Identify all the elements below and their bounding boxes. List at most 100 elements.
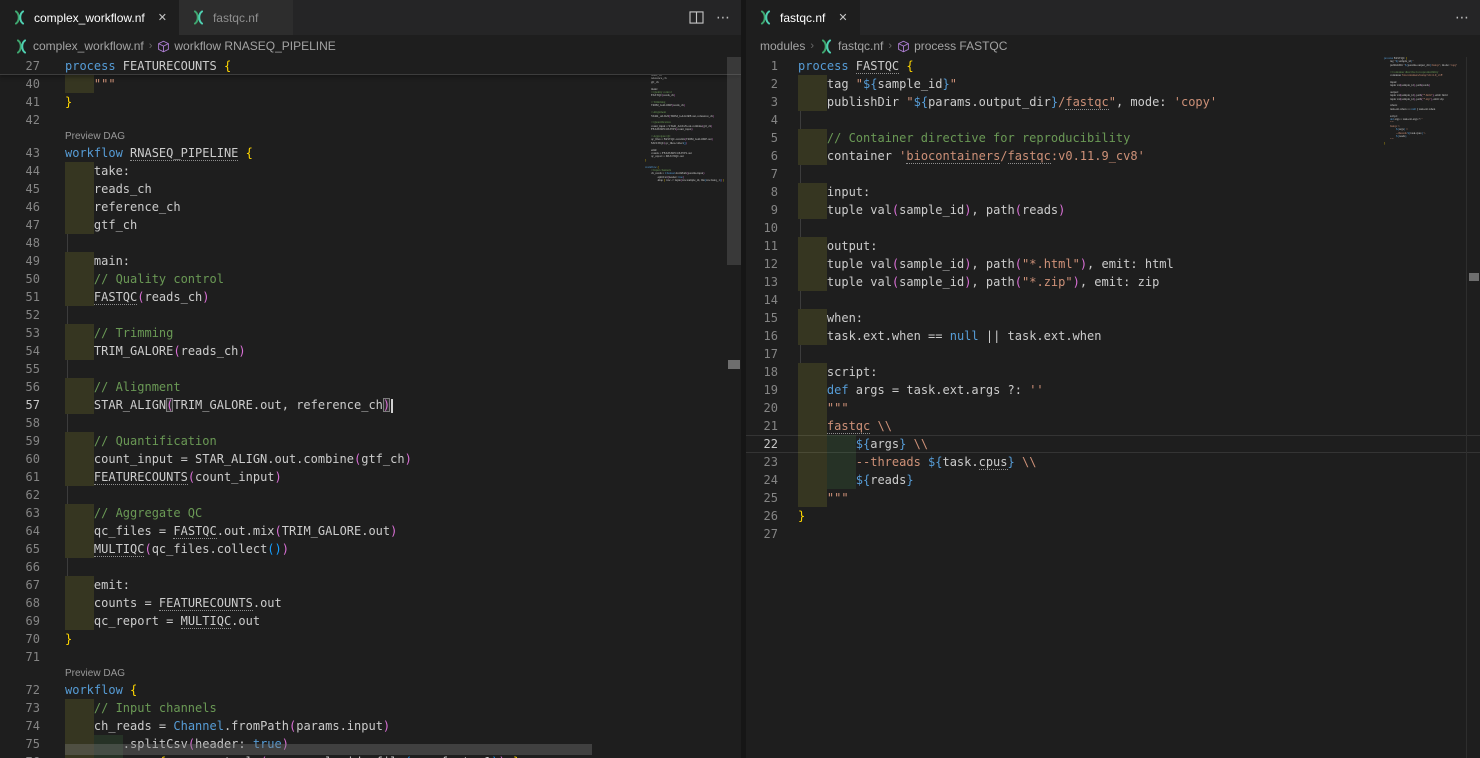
code-line[interactable]: 58 [0,414,741,432]
line-number[interactable]: 49 [0,252,40,270]
line-number[interactable]: 69 [0,612,40,630]
code-line[interactable]: 1process FASTQC { [746,57,1480,75]
editor-right[interactable]: 1process FASTQC {2tag "${sample_id}"3pub… [746,57,1480,758]
code-line[interactable]: 42 [0,111,741,129]
code-line[interactable]: 51FASTQC(reads_ch) [0,288,741,306]
code-line[interactable]: 25""" [746,489,1480,507]
code-line[interactable]: 59// Quantification [0,432,741,450]
line-number[interactable]: 27 [0,57,40,74]
code-line[interactable]: 47gtf_ch [0,216,741,234]
close-icon[interactable]: ✕ [158,11,167,24]
line-number[interactable]: 66 [0,558,40,576]
line-number[interactable]: 4 [746,111,778,129]
code-line[interactable]: 22${args} \\ [746,435,1480,453]
line-number[interactable]: 55 [0,360,40,378]
code-line[interactable]: 56// Alignment [0,378,741,396]
code-line[interactable]: 20""" [746,399,1480,417]
minimap-left[interactable]: """}workflow RNASEQ_PIPELINE {take:reads… [645,57,727,182]
code-line[interactable]: 45reads_ch [0,180,741,198]
line-number[interactable]: 48 [0,234,40,252]
line-number[interactable]: 58 [0,414,40,432]
line-number[interactable]: 1 [746,57,778,75]
code-line[interactable]: 2tag "${sample_id}" [746,75,1480,93]
more-actions-icon[interactable]: ⋯ [1455,10,1470,26]
codelens-preview-dag[interactable]: Preview DAG [0,666,741,681]
code-line[interactable]: 62 [0,486,741,504]
line-number[interactable]: 6 [746,147,778,165]
code-line[interactable]: 69qc_report = MULTIQC.out [0,612,741,630]
line-number[interactable]: 71 [0,648,40,666]
line-number[interactable]: 42 [0,111,40,129]
line-number[interactable]: 63 [0,504,40,522]
close-icon[interactable]: ✕ [838,11,847,24]
code-line[interactable]: 53// Trimming [0,324,741,342]
code-line[interactable]: 24${reads} [746,471,1480,489]
more-actions-icon[interactable]: ⋯ [716,10,731,26]
code-line[interactable]: 27process FEATURECOUNTS { [0,57,741,75]
code-line[interactable]: 4 [746,111,1480,129]
line-number[interactable]: 40 [0,75,40,93]
code-line[interactable]: 54TRIM_GALORE(reads_ch) [0,342,741,360]
code-line[interactable]: 68counts = FEATURECOUNTS.out [0,594,741,612]
code-line[interactable]: 64qc_files = FASTQC.out.mix(TRIM_GALORE.… [0,522,741,540]
code-line[interactable]: 21fastqc \\ [746,417,1480,435]
line-number[interactable]: 67 [0,576,40,594]
code-line[interactable]: 50// Quality control [0,270,741,288]
line-number[interactable]: 46 [0,198,40,216]
code-line[interactable]: 72workflow { [0,681,741,699]
line-number[interactable]: 56 [0,378,40,396]
code-line[interactable]: 10 [746,219,1480,237]
breadcrumb-symbol[interactable]: workflow RNASEQ_PIPELINE [157,39,335,53]
line-number[interactable]: 7 [746,165,778,183]
editor-left[interactable]: 27process FEATURECOUNTS {40"""41}42Previ… [0,57,741,758]
code-line[interactable]: 61FEATURECOUNTS(count_input) [0,468,741,486]
code-line[interactable]: 70} [0,630,741,648]
code-line[interactable]: 44take: [0,162,741,180]
line-number[interactable]: 68 [0,594,40,612]
line-number[interactable]: 15 [746,309,778,327]
line-number[interactable]: 59 [0,432,40,450]
line-number[interactable]: 11 [746,237,778,255]
line-number[interactable]: 10 [746,219,778,237]
code-line[interactable]: 8input: [746,183,1480,201]
breadcrumb-folder[interactable]: modules [760,39,805,53]
line-number[interactable]: 17 [746,345,778,363]
line-number[interactable]: 3 [746,93,778,111]
code-line[interactable]: 48 [0,234,741,252]
line-number[interactable]: 72 [0,681,40,699]
line-number[interactable]: 16 [746,327,778,345]
vertical-scrollbar-thumb-left[interactable] [727,57,741,265]
code-line[interactable]: 49main: [0,252,741,270]
line-number[interactable]: 61 [0,468,40,486]
line-number[interactable]: 50 [0,270,40,288]
breadcrumb-symbol[interactable]: process FASTQC [897,39,1007,53]
line-number[interactable]: 70 [0,630,40,648]
line-number[interactable]: 51 [0,288,40,306]
code-line[interactable]: 60count_input = STAR_ALIGN.out.combine(g… [0,450,741,468]
code-line[interactable]: 55 [0,360,741,378]
code-line[interactable]: 9tuple val(sample_id), path(reads) [746,201,1480,219]
line-number[interactable]: 60 [0,450,40,468]
code-line[interactable]: 18script: [746,363,1480,381]
line-number[interactable]: 21 [746,417,778,435]
code-line[interactable]: 12tuple val(sample_id), path("*.html"), … [746,255,1480,273]
code-line[interactable]: 6container 'biocontainers/fastqc:v0.11.9… [746,147,1480,165]
tab-fastqc-right[interactable]: fastqc.nf ✕ [746,0,860,35]
line-number[interactable]: 27 [746,525,778,543]
line-number[interactable]: 8 [746,183,778,201]
breadcrumb-file[interactable]: fastqc.nf [819,39,883,54]
code-line[interactable]: 15when: [746,309,1480,327]
line-number[interactable]: 45 [0,180,40,198]
minimap-right[interactable]: process FASTQC {tag "${sample_id}"publis… [1384,57,1466,149]
code-line[interactable]: 73// Input channels [0,699,741,717]
line-number[interactable]: 44 [0,162,40,180]
line-number[interactable]: 73 [0,699,40,717]
tab-fastqc-left[interactable]: fastqc.nf ✕ [179,0,294,35]
code-line[interactable]: 11output: [746,237,1480,255]
code-line[interactable]: 5// Container directive for reproducibil… [746,129,1480,147]
line-number[interactable]: 22 [746,435,778,453]
line-number[interactable]: 20 [746,399,778,417]
line-number[interactable]: 5 [746,129,778,147]
code-line[interactable]: 13tuple val(sample_id), path("*.zip"), e… [746,273,1480,291]
codelens-preview-dag[interactable]: Preview DAG [0,129,741,144]
